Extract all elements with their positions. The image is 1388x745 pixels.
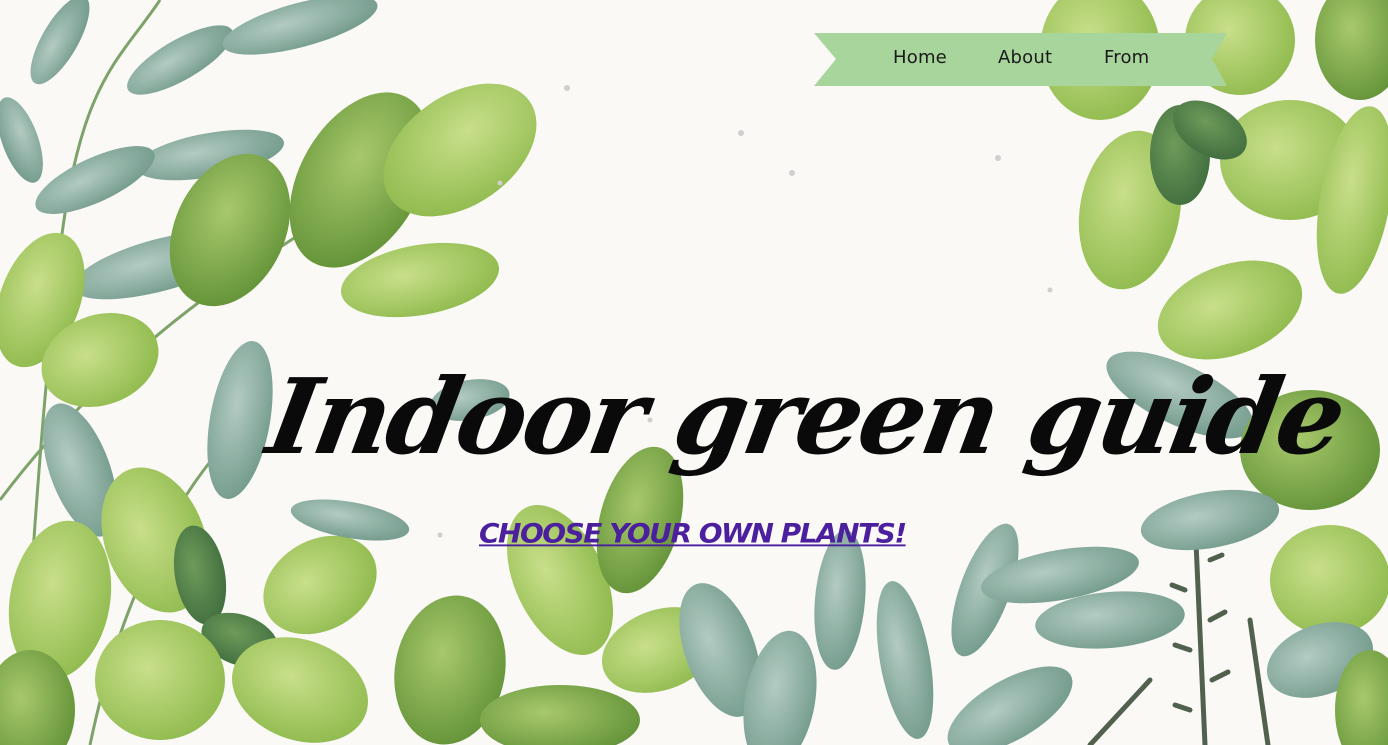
choose-plants-link[interactable]: CHOOSE YOUR OWN PLANTS! bbox=[479, 518, 919, 549]
page: Home About From Indoor green guide CHOOS… bbox=[0, 0, 1388, 745]
nav-home-link[interactable]: Home bbox=[893, 47, 947, 68]
nav-about-link[interactable]: About bbox=[998, 47, 1052, 68]
nav-links: Home About From bbox=[814, 33, 1227, 86]
page-title: Indoor green guide bbox=[259, 354, 1353, 478]
nav-ribbon: Home About From bbox=[814, 33, 1227, 86]
nav-from-link[interactable]: From bbox=[1104, 47, 1149, 68]
